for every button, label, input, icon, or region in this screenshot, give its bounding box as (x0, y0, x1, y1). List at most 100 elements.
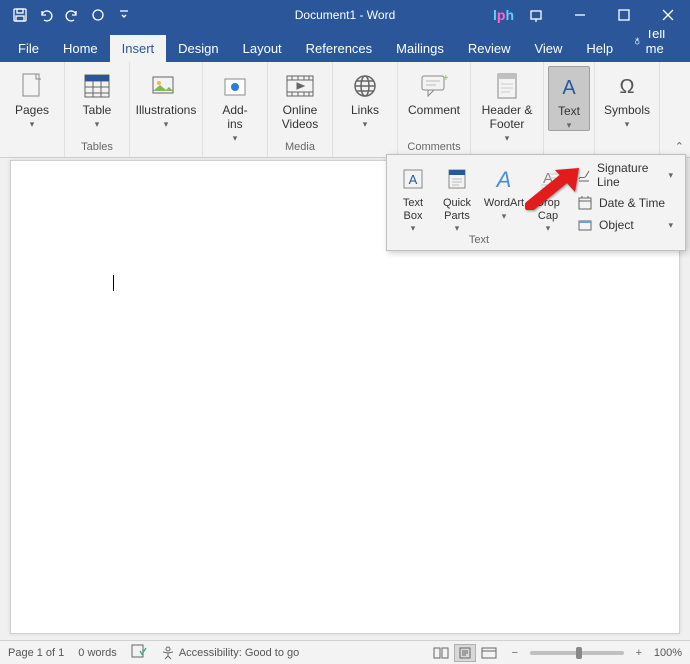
link-icon (349, 70, 381, 102)
page-indicator[interactable]: Page 1 of 1 (8, 647, 64, 659)
signature-icon (577, 167, 591, 183)
wordart-label: WordArt (484, 197, 524, 210)
header-footer-label: Header & Footer (482, 104, 533, 132)
zoom-in-button[interactable]: + (632, 646, 646, 660)
table-label: Table (83, 104, 112, 118)
collapse-ribbon-button[interactable]: ⌃ (675, 140, 684, 153)
title-bar: Document1 - Word lph (0, 0, 690, 30)
object-label: Object (599, 218, 634, 232)
ribbon-display-options-button[interactable] (514, 0, 558, 30)
quick-access-toolbar (0, 3, 136, 27)
comment-button[interactable]: + Comment (402, 66, 466, 118)
addins-label: Add- ins (222, 104, 247, 132)
accessibility-icon (161, 646, 175, 660)
page-icon (16, 70, 48, 102)
chevron-down-icon: ▾ (233, 133, 238, 143)
group-media: Online Videos Media (268, 62, 333, 157)
undo-button[interactable] (34, 3, 58, 27)
zoom-thumb[interactable] (576, 647, 582, 659)
text-button[interactable]: A Text▾ (548, 66, 590, 131)
close-button[interactable] (646, 0, 690, 30)
tab-mailings[interactable]: Mailings (384, 35, 456, 62)
textbox-icon: A (397, 163, 429, 195)
links-button[interactable]: Links▾ (337, 66, 393, 129)
online-videos-button[interactable]: Online Videos (272, 66, 328, 132)
tab-design[interactable]: Design (166, 35, 230, 62)
svg-text:Ω: Ω (620, 76, 635, 98)
object-icon (577, 217, 593, 233)
signature-line-button[interactable]: Signature Line ▾ (573, 159, 677, 191)
accessibility-label: Accessibility: Good to go (179, 647, 299, 659)
group-label-comments: Comments (407, 141, 460, 155)
group-addins: Add- ins▾ (203, 62, 268, 157)
calendar-icon (577, 195, 593, 211)
wordart-icon: A (488, 163, 520, 195)
read-mode-button[interactable] (430, 644, 452, 662)
word-count[interactable]: 0 words (78, 647, 117, 659)
group-label-tables: Tables (81, 141, 113, 155)
table-icon (81, 70, 113, 102)
group-symbols: Ω Symbols▾ (595, 62, 660, 157)
spellcheck-icon[interactable] (131, 644, 147, 661)
quick-parts-button[interactable]: Quick Parts▾ (435, 159, 479, 234)
tab-home[interactable]: Home (51, 35, 110, 62)
addins-button[interactable]: Add- ins▾ (207, 66, 263, 143)
text-box-button[interactable]: A Text Box▾ (391, 159, 435, 234)
quickparts-icon (441, 163, 473, 195)
web-layout-button[interactable] (478, 644, 500, 662)
share-button[interactable]: Share (683, 28, 690, 55)
header-footer-icon (491, 70, 523, 102)
group-label-media: Media (285, 141, 315, 155)
ribbon: Pages▾ Table▾ Tables Illustrations▾ Add-… (0, 62, 690, 158)
text-cursor (113, 275, 114, 291)
group-tables: Table▾ Tables (65, 62, 130, 157)
popout-group-label: Text (391, 234, 567, 246)
tab-layout[interactable]: Layout (231, 35, 294, 62)
svg-text:A: A (562, 77, 576, 99)
illustrations-label: Illustrations (136, 104, 197, 118)
tab-insert[interactable]: Insert (110, 35, 167, 62)
chevron-down-icon: ▾ (668, 220, 673, 231)
redo-button[interactable] (60, 3, 84, 27)
group-comments: + Comment Comments (398, 62, 471, 157)
dropcap-icon: A (532, 163, 564, 195)
view-buttons (430, 644, 500, 662)
save-button[interactable] (8, 3, 32, 27)
header-footer-button[interactable]: Header & Footer▾ (475, 66, 539, 143)
chevron-down-icon: ▾ (411, 223, 416, 233)
comment-icon: + (418, 70, 450, 102)
zoom-out-button[interactable]: − (508, 646, 522, 660)
maximize-button[interactable] (602, 0, 646, 30)
print-layout-button[interactable] (454, 644, 476, 662)
symbols-icon: Ω (611, 70, 643, 102)
tab-view[interactable]: View (522, 35, 574, 62)
minimize-button[interactable] (558, 0, 602, 30)
comment-label: Comment (408, 104, 460, 118)
qat-customize-button[interactable] (112, 3, 136, 27)
symbols-button[interactable]: Ω Symbols▾ (599, 66, 655, 129)
chevron-down-icon: ▾ (95, 119, 100, 129)
text-icon: A (553, 71, 585, 103)
chevron-down-icon: ▾ (546, 223, 551, 233)
tab-file[interactable]: File (6, 35, 51, 62)
accessibility-status[interactable]: Accessibility: Good to go (161, 646, 299, 660)
zoom-level[interactable]: 100% (654, 647, 682, 659)
illustrations-button[interactable]: Illustrations▾ (134, 66, 198, 129)
tab-review[interactable]: Review (456, 35, 523, 62)
object-button[interactable]: Object ▾ (573, 215, 677, 235)
date-time-button[interactable]: Date & Time (573, 193, 677, 213)
drop-cap-button[interactable]: A Drop Cap▾ (529, 159, 567, 234)
chevron-down-icon: ▾ (668, 170, 673, 181)
tell-me-label: Tell me (646, 26, 671, 56)
tab-help[interactable]: Help (574, 35, 625, 62)
touch-mode-button[interactable] (86, 3, 110, 27)
drop-cap-label: Drop Cap (536, 197, 560, 222)
zoom-slider[interactable] (530, 651, 624, 655)
date-time-label: Date & Time (599, 196, 665, 210)
addins-icon (219, 70, 251, 102)
chevron-down-icon: ▾ (455, 223, 460, 233)
table-button[interactable]: Table▾ (69, 66, 125, 129)
pages-button[interactable]: Pages▾ (4, 66, 60, 129)
wordart-button[interactable]: A WordArt▾ (479, 159, 529, 234)
tab-references[interactable]: References (294, 35, 384, 62)
